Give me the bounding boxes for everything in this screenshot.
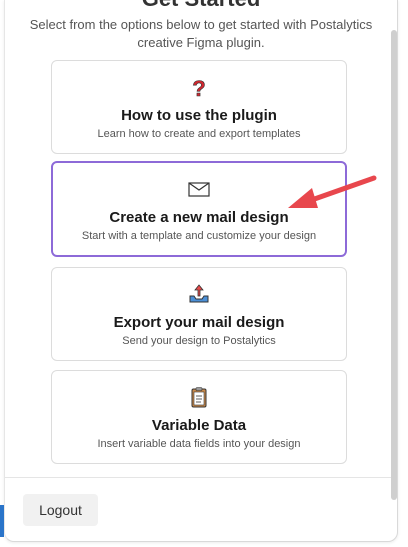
card-description: Send your design to Postalytics [122, 335, 276, 347]
envelope-icon [53, 177, 345, 201]
card-title: Export your mail design [113, 314, 285, 331]
clipboard-icon [52, 385, 346, 409]
export-icon [52, 282, 346, 306]
footer-divider [5, 477, 397, 478]
card-title: Variable Data [151, 417, 247, 434]
page-subtitle: Select from the options below to get sta… [29, 17, 373, 50]
scrollbar[interactable] [391, 30, 397, 500]
question-icon: ? [52, 75, 346, 102]
window-edge [0, 505, 4, 537]
card-description: Insert variable data fields into your de… [97, 438, 301, 450]
card-title: Create a new mail design [109, 209, 289, 226]
card-description: Learn how to create and export templates [97, 128, 301, 140]
card-how-to-use[interactable]: ? How to use the plugin Learn how to cre… [51, 60, 347, 154]
svg-text:?: ? [192, 76, 205, 99]
plugin-panel: Get Started Select from the options belo… [4, 0, 398, 542]
card-title: How to use the plugin [121, 107, 277, 124]
logout-button[interactable]: Logout [23, 494, 98, 526]
card-export-mail-design[interactable]: Export your mail design Send your design… [51, 267, 347, 361]
card-variable-data[interactable]: Variable Data Insert variable data field… [51, 370, 347, 464]
page-title: Get Started [5, 0, 397, 12]
card-description: Start with a template and customize your… [81, 230, 317, 242]
card-create-mail-design[interactable]: Create a new mail design Start with a te… [51, 161, 347, 257]
